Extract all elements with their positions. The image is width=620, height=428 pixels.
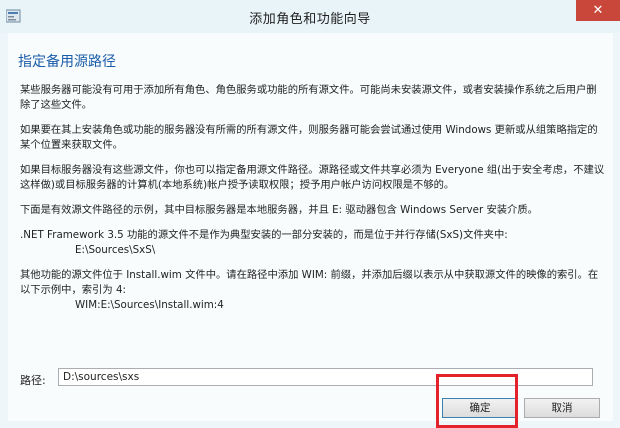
wim-paragraph: 其他功能的源文件位于 Install.wim 文件中。请在路径中添加 WIM: … (20, 268, 605, 313)
page-heading: 指定备用源路径 (18, 54, 116, 70)
paragraph-2: 如果要在其上安装角色或功能的服务器没有所需的所有源文件，则服务器可能会尝试通过使… (20, 124, 598, 151)
close-icon: ✕ (592, 3, 604, 18)
path-label: 路径: (20, 374, 46, 387)
wim-text: 其他功能的源文件位于 Install.wim 文件中。请在路径中添加 WIM: … (20, 269, 599, 296)
close-button[interactable]: ✕ (576, 0, 620, 21)
dialog-content: 指定备用源路径 某些服务器可能没有可用于添加所有角色、角色服务或功能的所有源文件… (8, 33, 613, 421)
netfx-paragraph: .NET Framework 3.5 功能的源文件不是作为典型安装的一部分安装的… (20, 228, 605, 258)
wizard-window: 添加角色和功能向导 ✕ 指定备用源路径 某些服务器可能没有可用于添加所有角色、角… (0, 0, 620, 428)
paragraph-1: 某些服务器可能没有可用于添加所有角色、角色服务或功能的所有源文件。可能尚未安装源… (20, 84, 597, 111)
window-title: 添加角色和功能向导 (249, 12, 371, 27)
cancel-button[interactable]: 取消 (524, 398, 600, 418)
paragraph-3: 如果目标服务器没有这些源文件，你也可以指定备用源文件路径。源路径或文件共享必须为… (20, 164, 605, 191)
netfx-text: .NET Framework 3.5 功能的源文件不是作为典型安装的一部分安装的… (20, 229, 508, 241)
highlight-annotation-box (436, 374, 518, 428)
title-bar[interactable]: 添加角色和功能向导 ✕ (0, 0, 620, 33)
description-text: 某些服务器可能没有可用于添加所有角色、角色服务或功能的所有源文件。可能尚未安装源… (20, 83, 605, 323)
wim-example-path: WIM:E:\Sources\Install.wim:4 (75, 299, 224, 311)
netfx-example-path: E:\Sources\SxS\ (75, 244, 156, 256)
paragraph-4: 下面是有效源文件路径的示例，其中目标服务器是本地服务器，并且 E: 驱动器包含 … (20, 204, 538, 216)
